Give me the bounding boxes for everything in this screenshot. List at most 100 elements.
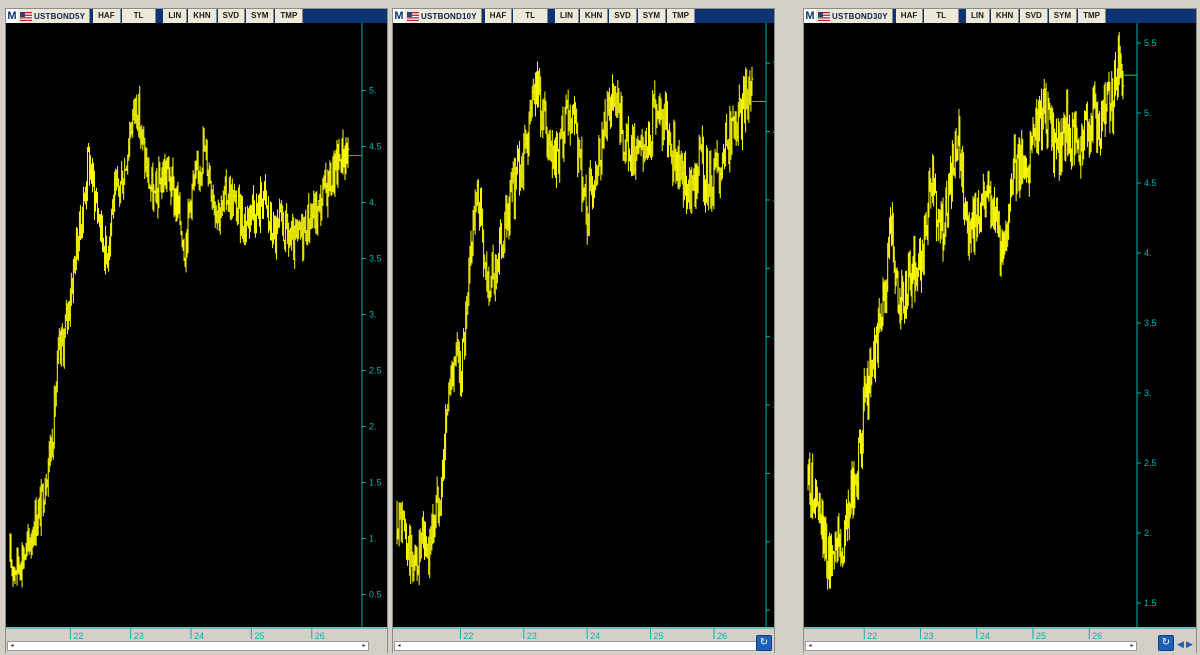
- us-flag-icon: [407, 11, 419, 21]
- sym-button[interactable]: SYM: [246, 9, 275, 23]
- refresh-icon[interactable]: ↻: [1158, 635, 1174, 651]
- menu-m-icon[interactable]: M: [804, 9, 816, 23]
- horizontal-scrollbar[interactable]: ◂ ▸: [394, 641, 771, 651]
- sym-button[interactable]: SYM: [637, 9, 667, 23]
- y-tick-label: 4.: [369, 198, 377, 208]
- y-tick-label: 3.5: [773, 263, 774, 273]
- y-tick-label: 4.5: [773, 127, 774, 137]
- y-tick-label: 3.5: [369, 254, 382, 264]
- tmp-button[interactable]: TMP: [1078, 9, 1106, 23]
- lin-button[interactable]: LIN: [966, 9, 990, 23]
- nav-left-icon[interactable]: ◀: [1176, 640, 1185, 650]
- y-tick-label: 3.: [773, 332, 774, 342]
- scroll-left-icon[interactable]: ◂: [806, 642, 814, 650]
- x-tick-label: 25: [654, 631, 664, 641]
- x-tick-label: 23: [924, 631, 934, 641]
- horizontal-scrollbar[interactable]: ◂ ▸: [7, 641, 369, 651]
- symbol-selector[interactable]: USTBOND10Y: [405, 9, 482, 23]
- chart-plot-area[interactable]: 1. 1.5 2. 2.5 3. 3.5 4. 4.5 5.: [393, 23, 774, 627]
- x-tick-label: 22: [867, 631, 877, 641]
- horizontal-scrollbar[interactable]: ◂ ▸: [805, 641, 1137, 651]
- y-tick-label: 1.: [369, 534, 377, 544]
- y-tick-label: 5.: [369, 86, 377, 96]
- us-flag-icon: [20, 11, 32, 21]
- chart-plot-area[interactable]: 1.5 2. 2.5 3. 3.5 4. 4.5 5. 5.5: [804, 23, 1196, 627]
- sym-button[interactable]: SYM: [1048, 9, 1078, 23]
- y-tick-label: 1.5: [369, 478, 382, 488]
- window-titlebar: M USTBOND10Y HAF TL LIN KHN SVD SYM TMP: [393, 9, 774, 23]
- menu-m-icon[interactable]: M: [6, 9, 18, 23]
- x-tick-label: 22: [463, 631, 473, 641]
- x-tick-label: 26: [315, 631, 325, 641]
- nav-arrows[interactable]: ◀ ▶: [1176, 640, 1194, 650]
- tl-button[interactable]: TL: [121, 9, 157, 23]
- bottom-bar: 22 23 24 25 26 ◂ ▸ ↻ ◀ ▶: [804, 627, 1196, 653]
- tl-button[interactable]: TL: [924, 9, 960, 23]
- symbol-selector[interactable]: USTBOND30Y: [816, 9, 893, 23]
- symbol-name: USTBOND30Y: [832, 11, 888, 21]
- y-tick-label: 2.: [369, 422, 377, 432]
- nav-right-icon[interactable]: ▶: [1185, 640, 1194, 650]
- chart-window-5y: M USTBOND5Y HAF TL LIN KHN SVD SYM TMP 0…: [5, 8, 388, 653]
- haf-button[interactable]: HAF: [895, 9, 924, 23]
- scroll-right-icon[interactable]: ▸: [1128, 642, 1136, 650]
- y-tick-label: 4.: [773, 195, 774, 205]
- y-tick-label: 2.5: [1144, 458, 1157, 468]
- scroll-left-icon[interactable]: ◂: [395, 642, 403, 650]
- x-tick-label: 26: [1092, 631, 1102, 641]
- haf-button[interactable]: HAF: [484, 9, 513, 23]
- svd-button[interactable]: SVD: [609, 9, 637, 23]
- x-tick-label: 24: [590, 631, 600, 641]
- symbol-name: USTBOND5Y: [34, 11, 86, 21]
- tl-button[interactable]: TL: [513, 9, 549, 23]
- chart-svg: 1. 1.5 2. 2.5 3. 3.5 4. 4.5 5.: [393, 23, 774, 627]
- window-titlebar: M USTBOND30Y HAF TL LIN KHN SVD SYM TMP: [804, 9, 1196, 23]
- y-tick-label: 5.: [773, 58, 774, 68]
- khn-button[interactable]: KHN: [579, 9, 609, 23]
- x-tick-label: 23: [134, 631, 144, 641]
- x-tick-label: 22: [73, 631, 83, 641]
- y-tick-label: 4.: [1144, 248, 1152, 258]
- us-flag-icon: [818, 11, 830, 21]
- chart-plot-area[interactable]: 0.5 1. 1.5 2. 2.5 3. 3.5 4. 4.5 5.: [6, 23, 387, 627]
- menu-m-icon[interactable]: M: [393, 9, 405, 23]
- y-tick-label: 4.5: [1144, 178, 1157, 188]
- window-titlebar: M USTBOND5Y HAF TL LIN KHN SVD SYM TMP: [6, 9, 387, 23]
- refresh-icon[interactable]: ↻: [756, 635, 772, 651]
- haf-button[interactable]: HAF: [93, 9, 121, 23]
- x-tick-label: 26: [717, 631, 727, 641]
- chart-window-30y: M USTBOND30Y HAF TL LIN KHN SVD SYM TMP …: [803, 8, 1197, 653]
- y-tick-label: 2.: [773, 468, 774, 478]
- y-tick-label: 2.5: [773, 400, 774, 410]
- chart-svg: 0.5 1. 1.5 2. 2.5 3. 3.5 4. 4.5 5.: [6, 23, 387, 627]
- x-tick-label: 25: [254, 631, 264, 641]
- khn-button[interactable]: KHN: [990, 9, 1020, 23]
- khn-button[interactable]: KHN: [188, 9, 217, 23]
- lin-button[interactable]: LIN: [555, 9, 579, 23]
- tmp-button[interactable]: TMP: [275, 9, 304, 23]
- y-tick-label: 4.5: [369, 142, 382, 152]
- bottom-bar: 22 23 24 25 26 ◂ ▸: [6, 627, 387, 653]
- y-tick-label: 1.5: [1144, 598, 1157, 608]
- y-tick-label: 1.5: [773, 537, 774, 547]
- lin-button[interactable]: LIN: [163, 9, 188, 23]
- y-tick-label: 5.: [1144, 108, 1152, 118]
- svd-button[interactable]: SVD: [217, 9, 246, 23]
- y-tick-label: 3.: [1144, 388, 1152, 398]
- tmp-button[interactable]: TMP: [667, 9, 695, 23]
- chart-svg: 1.5 2. 2.5 3. 3.5 4. 4.5 5. 5.5: [804, 23, 1196, 627]
- bottom-bar: 22 23 24 25 26 ◂ ▸ ↻: [393, 627, 774, 653]
- y-tick-label: 2.: [1144, 528, 1152, 538]
- y-tick-label: 3.: [369, 310, 377, 320]
- plot-background: [393, 23, 774, 627]
- y-tick-label: 1.: [773, 605, 774, 615]
- scroll-left-icon[interactable]: ◂: [8, 642, 16, 650]
- y-tick-label: 3.5: [1144, 318, 1157, 328]
- x-tick-label: 25: [1036, 631, 1046, 641]
- scroll-right-icon[interactable]: ▸: [360, 642, 368, 650]
- symbol-selector[interactable]: USTBOND5Y: [18, 9, 91, 23]
- x-tick-label: 24: [194, 631, 204, 641]
- svd-button[interactable]: SVD: [1020, 9, 1048, 23]
- y-tick-label: 5.5: [1144, 38, 1157, 48]
- x-tick-label: 23: [527, 631, 537, 641]
